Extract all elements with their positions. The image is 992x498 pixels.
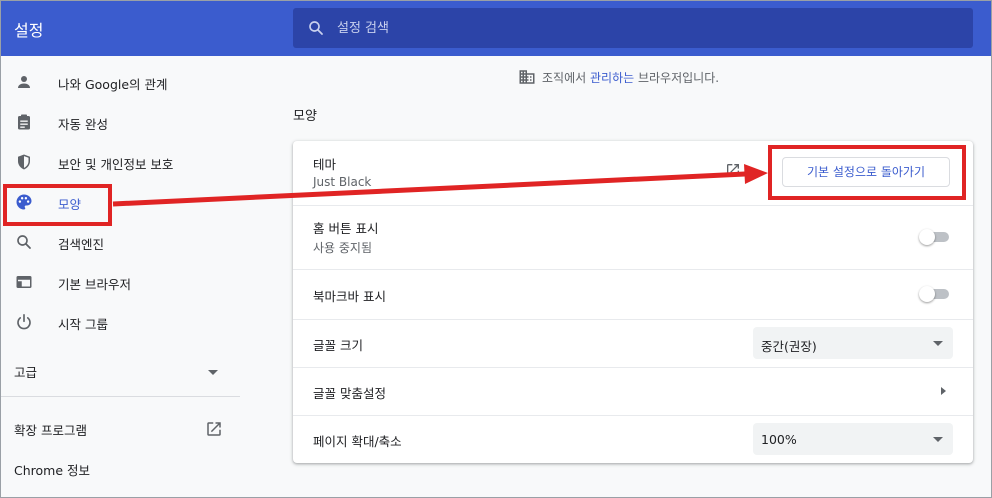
sidebar-item-search-engine[interactable]: 검색엔진 bbox=[0, 222, 240, 262]
browser-window-icon bbox=[16, 276, 32, 288]
managed-notice: 조직에서 관리하는 브라우저입니다. bbox=[518, 68, 719, 86]
sidebar-item-autofill[interactable]: 자동 완성 bbox=[0, 102, 240, 142]
home-button-row[interactable]: 홈 버튼 표시 사용 중지됨 bbox=[293, 205, 973, 269]
sidebar-item-label: 자동 완성 bbox=[58, 117, 108, 132]
search-box[interactable] bbox=[293, 8, 973, 48]
toggle-knob bbox=[919, 286, 935, 302]
clipboard-icon bbox=[18, 114, 30, 130]
managed-link[interactable]: 관리하는 bbox=[590, 71, 634, 85]
about-chrome-link[interactable]: Chrome 정보 bbox=[14, 460, 90, 479]
sidebar-item-appearance[interactable]: 모양 bbox=[0, 182, 240, 222]
sidebar-divider bbox=[0, 396, 240, 397]
page-zoom-row: 페이지 확대/축소 100% bbox=[293, 415, 973, 463]
customize-fonts-label: 글꼴 맞춤설정 bbox=[313, 386, 386, 401]
home-button-status: 사용 중지됨 bbox=[313, 241, 373, 255]
extensions-link[interactable]: 확장 프로그램 bbox=[14, 420, 87, 439]
page-zoom-label: 페이지 확대/축소 bbox=[313, 434, 402, 449]
shield-icon bbox=[18, 154, 30, 170]
page-zoom-value: 100% bbox=[761, 432, 797, 447]
font-size-label: 글꼴 크기 bbox=[313, 338, 363, 353]
bookmarks-bar-row[interactable]: 북마크바 표시 bbox=[293, 269, 973, 319]
search-input[interactable] bbox=[337, 8, 937, 48]
theme-row: 테마 Just Black 기본 설정으로 돌아가기 bbox=[293, 141, 973, 205]
bookmarks-bar-toggle[interactable] bbox=[919, 286, 949, 302]
font-size-row: 글꼴 크기 중간(권장) bbox=[293, 319, 973, 367]
bookmarks-bar-label: 북마크바 표시 bbox=[313, 289, 386, 304]
appearance-card: 테마 Just Black 기본 설정으로 돌아가기 홈 버튼 표시 사용 중지… bbox=[293, 141, 973, 463]
open-in-new-icon[interactable] bbox=[725, 162, 741, 178]
font-size-select[interactable]: 중간(권장) bbox=[753, 327, 953, 359]
sidebar-item-default-browser[interactable]: 기본 브라우저 bbox=[0, 262, 240, 302]
theme-value: Just Black bbox=[313, 175, 372, 189]
chevron-down-icon bbox=[933, 437, 943, 442]
home-button-label: 홈 버튼 표시 bbox=[313, 221, 379, 236]
search-icon bbox=[309, 21, 323, 35]
sidebar-item-label: 나와 Google의 관계 bbox=[58, 77, 168, 92]
app-header: 설정 bbox=[0, 0, 992, 56]
reset-theme-button[interactable]: 기본 설정으로 돌아가기 bbox=[782, 157, 950, 187]
chevron-down-icon bbox=[208, 370, 218, 375]
managed-text-prefix: 조직에서 bbox=[542, 70, 590, 85]
font-size-value: 중간(권장) bbox=[761, 339, 817, 354]
home-button-toggle[interactable] bbox=[919, 229, 949, 245]
sidebar-item-label: 기본 브라우저 bbox=[58, 277, 131, 292]
sidebar-item-label: 검색엔진 bbox=[58, 237, 105, 252]
sidebar-item-on-startup[interactable]: 시작 그룹 bbox=[0, 302, 240, 342]
search-icon bbox=[17, 235, 31, 249]
person-icon bbox=[18, 76, 30, 88]
page-zoom-select[interactable]: 100% bbox=[753, 423, 953, 455]
sidebar: 나와 Google의 관계 자동 완성 보안 및 개인정보 보호 모양 검색엔진… bbox=[0, 56, 240, 498]
theme-label: 테마 bbox=[313, 157, 337, 172]
customize-fonts-row[interactable]: 글꼴 맞춤설정 bbox=[293, 367, 973, 415]
power-icon bbox=[17, 314, 31, 330]
section-title: 모양 bbox=[293, 109, 317, 124]
building-icon bbox=[519, 70, 535, 84]
chevron-down-icon bbox=[933, 341, 943, 346]
chevron-right-icon bbox=[941, 387, 946, 395]
toggle-knob bbox=[919, 229, 935, 245]
managed-text-suffix: 브라우저입니다. bbox=[634, 70, 720, 85]
sidebar-item-label: 시작 그룹 bbox=[58, 317, 108, 332]
sidebar-item-label: 모양 bbox=[58, 197, 82, 212]
advanced-toggle[interactable]: 고급 bbox=[14, 362, 37, 381]
open-in-new-icon[interactable] bbox=[205, 420, 223, 438]
page-title: 설정 bbox=[14, 21, 44, 40]
palette-icon bbox=[16, 194, 32, 210]
sidebar-item-you-and-google[interactable]: 나와 Google의 관계 bbox=[0, 62, 240, 102]
sidebar-item-label: 보안 및 개인정보 보호 bbox=[58, 157, 174, 172]
sidebar-item-privacy[interactable]: 보안 및 개인정보 보호 bbox=[0, 142, 240, 182]
